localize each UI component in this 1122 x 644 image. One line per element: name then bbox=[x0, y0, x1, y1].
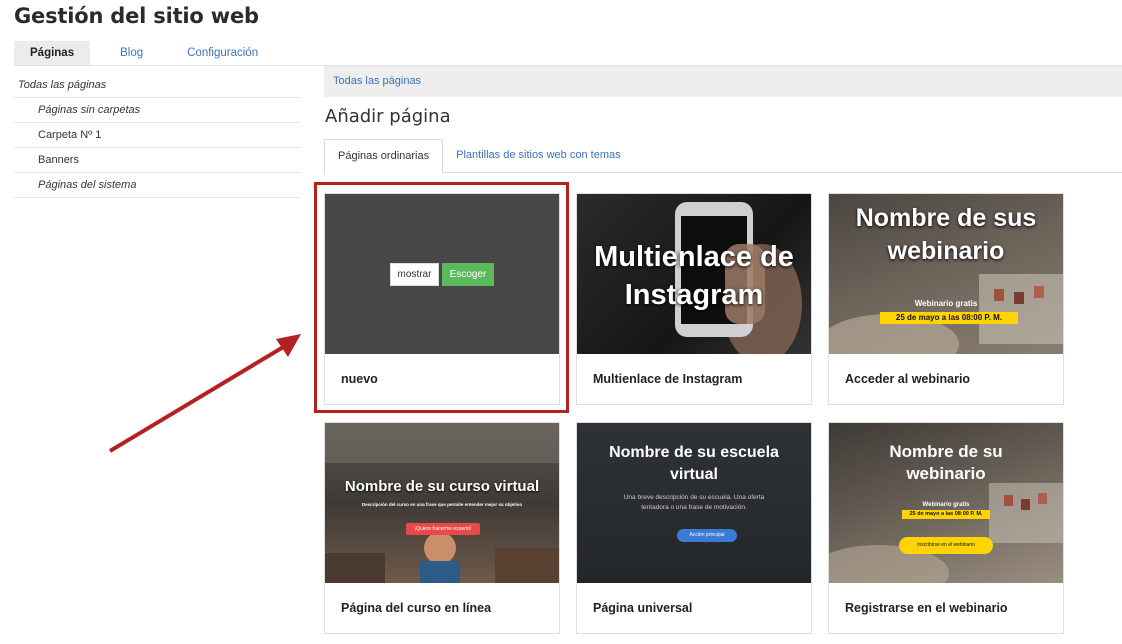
breadcrumb: Todas las páginas bbox=[324, 66, 1122, 97]
thumbnail-title: Nombre de su escuela virtual bbox=[609, 444, 779, 483]
template-card-label: Registrarse en el webinario bbox=[845, 601, 1008, 615]
thumbnail-title: Nombre de su webinario bbox=[889, 442, 1003, 483]
thumbnail-title: Multienlace de Instagram bbox=[594, 241, 794, 311]
top-tabs: Páginas Blog Configuración bbox=[14, 41, 274, 65]
thumbnail-cta: Inscribirse en el webinario bbox=[899, 537, 993, 554]
template-thumbnail: Nombre de su webinario Webinario gratis … bbox=[829, 423, 1063, 583]
template-card-new[interactable]: mostrar Escoger nuevo bbox=[324, 193, 560, 405]
template-thumbnail: Multienlace de Instagram bbox=[577, 194, 811, 354]
thumbnail-subtitle: Webinario gratis bbox=[914, 299, 978, 308]
thumbnail-subtitle: Webinario gratis bbox=[922, 502, 970, 508]
tab-pages[interactable]: Páginas bbox=[14, 41, 91, 65]
thumbnail-title: Nombre de sus webinario bbox=[855, 204, 1037, 265]
thumbnail-cta: ¡Quiero hacerme experto! bbox=[406, 523, 480, 535]
show-button[interactable]: mostrar bbox=[390, 263, 439, 286]
thumbnail-title: Nombre de su curso virtual bbox=[344, 478, 540, 495]
template-card-label: Acceder al webinario bbox=[845, 372, 971, 386]
tab-ordinary-pages[interactable]: Páginas ordinarias bbox=[324, 139, 444, 174]
tab-blog[interactable]: Blog bbox=[104, 41, 159, 65]
tab-settings[interactable]: Configuración bbox=[171, 41, 274, 65]
page-title: Añadir página bbox=[325, 106, 451, 127]
template-thumbnail: mostrar Escoger bbox=[325, 194, 559, 354]
template-thumbnail: Nombre de su escuela virtual Una breve d… bbox=[577, 423, 811, 583]
thumbnail-date: 25 de mayo a las 08:00 P. M. bbox=[902, 510, 990, 519]
template-thumbnail: Nombre de su curso virtual Descripción d… bbox=[325, 423, 559, 583]
template-card-label: Página del curso en línea bbox=[341, 601, 492, 615]
template-thumbnail: Nombre de sus webinario Webinario gratis… bbox=[829, 194, 1063, 354]
main-content: Todas las páginas Añadir página Páginas … bbox=[324, 66, 1122, 174]
app-title: Gestión del sitio web bbox=[14, 4, 259, 28]
thumbnail-cta: Acción principal bbox=[677, 529, 737, 542]
tab-themed-templates[interactable]: Plantillas de sitios web con temas bbox=[443, 139, 633, 173]
sidebar-item-pages-without-folders[interactable]: Páginas sin carpetas bbox=[14, 98, 300, 123]
template-card-webinar-access[interactable]: Nombre de sus webinario Webinario gratis… bbox=[828, 193, 1064, 405]
thumbnail-subtitle: Una breve descripción de su escuela. Una… bbox=[623, 494, 765, 511]
template-card-instagram[interactable]: Multienlace de Instagram Multienlace de … bbox=[576, 193, 812, 405]
template-card-webinar-register[interactable]: Nombre de su webinario Webinario gratis … bbox=[828, 422, 1064, 634]
sidebar-item-all-pages[interactable]: Todas las páginas bbox=[14, 73, 300, 98]
template-card-label: Multienlace de Instagram bbox=[593, 372, 743, 386]
template-tabs: Páginas ordinarias Plantillas de sitios … bbox=[324, 139, 1122, 174]
thumbnail-date: 25 de mayo a las 08:00 P. M. bbox=[880, 312, 1018, 324]
thumbnail-subtitle: Descripción del curso en una frase que p… bbox=[361, 502, 523, 507]
sidebar-item-system-pages[interactable]: Páginas del sistema bbox=[14, 173, 300, 198]
sidebar: Todas las páginas Páginas sin carpetas C… bbox=[14, 73, 300, 198]
thumbnail-actions: mostrar Escoger bbox=[390, 263, 494, 286]
choose-button[interactable]: Escoger bbox=[442, 263, 494, 286]
sidebar-item-folder-1[interactable]: Carpeta Nº 1 bbox=[14, 123, 300, 148]
sidebar-item-banners[interactable]: Banners bbox=[14, 148, 300, 173]
template-card-label: nuevo bbox=[341, 372, 378, 386]
template-card-label: Página universal bbox=[593, 601, 693, 615]
template-card-online-course[interactable]: Nombre de su curso virtual Descripción d… bbox=[324, 422, 560, 634]
template-card-universal[interactable]: Nombre de su escuela virtual Una breve d… bbox=[576, 422, 812, 634]
breadcrumb-link-all-pages[interactable]: Todas las páginas bbox=[333, 75, 421, 87]
